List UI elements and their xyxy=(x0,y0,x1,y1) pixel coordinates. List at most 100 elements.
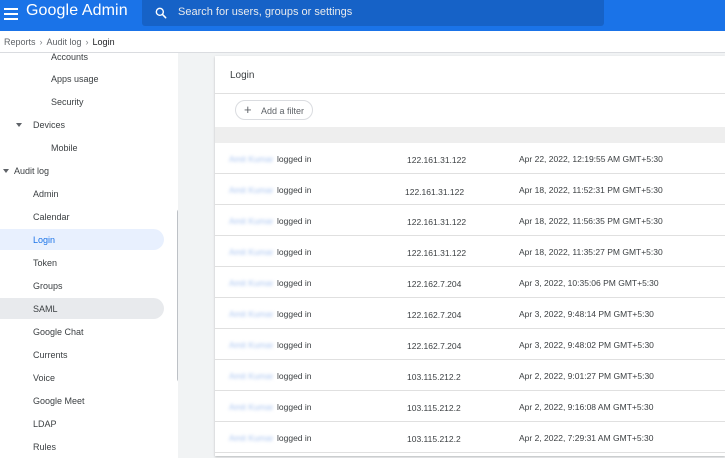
ip-address: 122.162.7.204 xyxy=(407,310,462,320)
search-bar[interactable]: Search for users, groups or settings xyxy=(142,0,604,26)
sidebar-item-apps-usage[interactable]: Apps usage xyxy=(0,68,164,89)
chevron-right-icon: › xyxy=(39,36,43,47)
sidebar-item-security[interactable]: Security xyxy=(0,91,164,112)
event-name: logged in xyxy=(277,433,312,443)
expand-arrow-icon[interactable] xyxy=(16,123,22,127)
sidebar-item-label: Google Chat xyxy=(33,326,84,337)
sidebar-item-label: Google Meet xyxy=(33,395,85,406)
sidebar-item-label: Login xyxy=(33,234,56,245)
event-date: Apr 3, 2022, 10:35:06 PM GMT+5:30 xyxy=(519,278,659,288)
user-name[interactable]: Amit Kumar xyxy=(229,402,273,412)
sidebar-item-accounts[interactable]: Accounts xyxy=(0,53,164,67)
user-name[interactable]: Amit Kumar xyxy=(229,216,273,226)
sidebar-item-label: LDAP xyxy=(33,418,57,429)
main-content: Login + Add a filter Amit Kumar logged i… xyxy=(178,53,725,458)
sidebar-item-voice[interactable]: Voice xyxy=(0,367,164,388)
sidebar-item-label: Groups xyxy=(33,280,63,291)
user-name[interactable]: Amit Kumar xyxy=(229,185,273,195)
table-row[interactable]: Amit Kumar logged in 122.162.7.204 Apr 3… xyxy=(215,329,725,360)
event-date: Apr 3, 2022, 9:48:02 PM GMT+5:30 xyxy=(519,340,654,350)
table-row[interactable]: Amit Kumar logged in 122.161.31.122 Apr … xyxy=(215,174,725,205)
event-name: logged in xyxy=(277,278,312,288)
user-name[interactable]: Amit Kumar xyxy=(229,247,273,257)
event-name: logged in xyxy=(277,402,312,412)
audit-log-card: Login + Add a filter Amit Kumar logged i… xyxy=(215,56,725,456)
table-row[interactable]: Amit Kumar logged in 122.161.31.122 Apr … xyxy=(215,236,725,267)
sidebar-item-label: Security xyxy=(51,96,84,107)
search-icon[interactable] xyxy=(154,6,168,20)
table-header xyxy=(215,127,725,143)
sidebar-item-ldap[interactable]: LDAP xyxy=(0,413,164,434)
user-name[interactable]: Amit Kumar xyxy=(229,433,273,443)
sidebar-item-label: Currents xyxy=(33,349,68,360)
page-title: Login xyxy=(230,70,255,81)
user-name[interactable]: Amit Kumar xyxy=(229,371,273,381)
sidebar-item-label: Accounts xyxy=(51,53,89,62)
sidebar-item-google-chat[interactable]: Google Chat xyxy=(0,321,164,342)
sidebar-item-audit-log[interactable]: Audit log xyxy=(0,160,164,181)
table-row[interactable]: Amit Kumar logged in 122.161.31.122 Apr … xyxy=(215,205,725,236)
expand-arrow-icon[interactable] xyxy=(3,169,9,173)
table-row[interactable]: Amit Kumar logged in 122.161.31.122 Apr … xyxy=(215,143,725,174)
event-name: logged in xyxy=(277,309,312,319)
event-date: Apr 18, 2022, 11:56:35 PM GMT+5:30 xyxy=(519,216,663,226)
sidebar-item-label: Admin xyxy=(33,188,59,199)
sidebar-item-label: Rules xyxy=(33,441,57,452)
plus-icon: + xyxy=(244,102,252,117)
event-name: logged in xyxy=(277,340,312,350)
user-name[interactable]: Amit Kumar xyxy=(229,309,273,319)
event-date: Apr 22, 2022, 12:19:55 AM GMT+5:30 xyxy=(519,154,663,164)
ip-address: 122.162.7.204 xyxy=(407,341,462,351)
event-date: Apr 3, 2022, 9:48:14 PM GMT+5:30 xyxy=(519,309,654,319)
ip-address: 122.161.31.122 xyxy=(407,248,467,258)
search-input[interactable]: Search for users, groups or settings xyxy=(178,6,352,18)
sidebar-item-label: Devices xyxy=(33,119,66,130)
sidebar-item-rules[interactable]: Rules xyxy=(0,436,164,457)
event-name: logged in xyxy=(277,154,312,164)
sidebar-item-label: Voice xyxy=(33,372,56,383)
event-date: Apr 18, 2022, 11:35:27 PM GMT+5:30 xyxy=(519,247,663,257)
user-name[interactable]: Amit Kumar xyxy=(229,340,273,350)
chevron-right-icon: › xyxy=(85,36,89,47)
table-row[interactable]: Amit Kumar logged in 103.115.212.2 Apr 2… xyxy=(215,391,725,422)
ip-address: 103.115.212.2 xyxy=(407,372,461,382)
add-filter-button[interactable]: + Add a filter xyxy=(235,100,313,120)
sidebar-item-mobile[interactable]: Mobile xyxy=(0,137,164,158)
ip-address: 103.115.212.2 xyxy=(407,434,461,444)
event-name: logged in xyxy=(277,185,312,195)
table-row[interactable]: Amit Kumar logged in 122.162.7.204 Apr 3… xyxy=(215,298,725,329)
sidebar-item-currents[interactable]: Currents xyxy=(0,344,164,365)
table-row[interactable]: Amit Kumar logged in 103.115.212.2 Apr 2… xyxy=(215,360,725,391)
ip-address: 122.161.31.122 xyxy=(405,187,465,197)
user-name[interactable]: Amit Kumar xyxy=(229,278,273,288)
event-date: Apr 2, 2022, 9:16:08 AM GMT+5:30 xyxy=(519,402,654,412)
sidebar-item-login[interactable]: Login xyxy=(0,229,164,250)
breadcrumb-audit-log[interactable]: Audit log xyxy=(47,37,82,47)
divider xyxy=(215,93,725,94)
menu-icon[interactable] xyxy=(4,6,18,20)
sidebar-item-label: Audit log xyxy=(14,165,50,176)
ip-address: 122.161.31.122 xyxy=(407,217,467,227)
sidebar-item-label: SAML xyxy=(33,303,58,314)
event-name: logged in xyxy=(277,247,312,257)
sidebar-item-saml[interactable]: SAML xyxy=(0,298,164,319)
ip-address: 103.115.212.2 xyxy=(407,403,461,413)
table-row[interactable]: Amit Kumar logged in 103.115.212.2 Apr 2… xyxy=(215,422,725,453)
sidebar-item-label: Apps usage xyxy=(51,73,99,84)
sidebar-item-token[interactable]: Token xyxy=(0,252,164,273)
breadcrumb-reports[interactable]: Reports xyxy=(4,37,36,47)
sidebar-item-devices[interactable]: Devices xyxy=(0,114,164,135)
sidebar-item-admin[interactable]: Admin xyxy=(0,183,164,204)
breadcrumb-login: Login xyxy=(92,36,115,47)
user-name[interactable]: Amit Kumar xyxy=(229,154,273,164)
app-logo[interactable]: Google Admin xyxy=(26,2,128,20)
sidebar-item-groups[interactable]: Groups xyxy=(0,275,164,296)
event-name: logged in xyxy=(277,216,312,226)
table-row[interactable]: Amit Kumar logged in 122.162.7.204 Apr 3… xyxy=(215,267,725,298)
sidebar: Accounts Apps usage Security Devices Mob… xyxy=(0,53,178,458)
sidebar-item-label: Calendar xyxy=(33,211,70,222)
sidebar-item-calendar[interactable]: Calendar xyxy=(0,206,164,227)
event-date: Apr 2, 2022, 7:29:31 AM GMT+5:30 xyxy=(519,433,654,443)
event-date: Apr 18, 2022, 11:52:31 PM GMT+5:30 xyxy=(519,185,663,195)
sidebar-item-google-meet[interactable]: Google Meet xyxy=(0,390,164,411)
